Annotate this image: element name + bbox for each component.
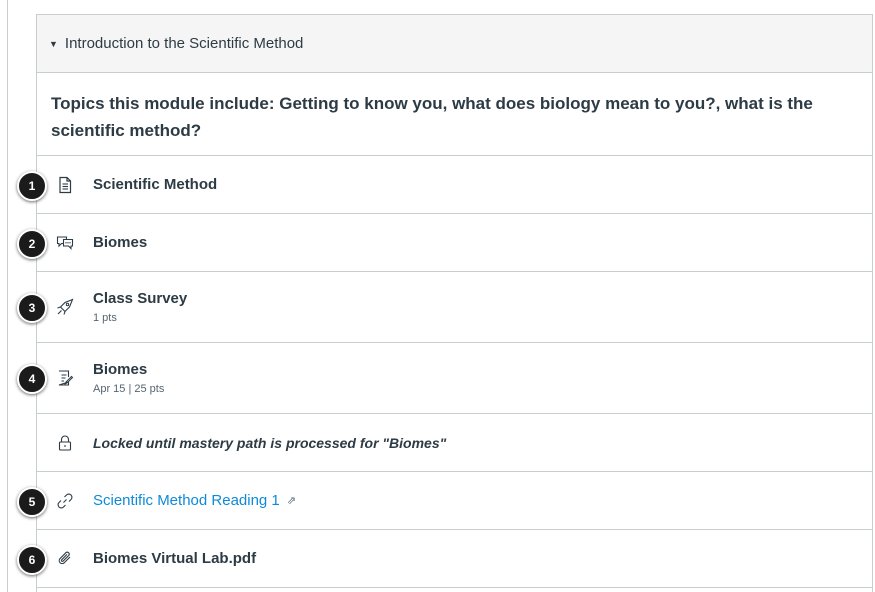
item-due-points: Apr 15 | 25 pts — [93, 383, 165, 395]
discussion-icon — [56, 235, 74, 250]
quiz-icon — [57, 298, 74, 315]
module-header[interactable]: ▼ Introduction to the Scientific Method — [37, 15, 872, 73]
module-item-scientific-method[interactable]: 1 Scientific Method — [17, 156, 872, 214]
item-title[interactable]: Biomes Virtual Lab.pdf — [93, 550, 256, 567]
module-description: Topics this module include: Getting to k… — [37, 73, 872, 156]
external-link-text[interactable]: Scientific Method Reading 1 — [93, 492, 280, 509]
module-container: ▼ Introduction to the Scientific Method … — [17, 14, 873, 592]
module-item-file[interactable]: 6 Biomes Virtual Lab.pdf — [17, 530, 872, 588]
callout-badge-5: 5 — [17, 486, 47, 517]
module-item-biomes-discussion[interactable]: 2 Biomes — [17, 214, 872, 272]
outer-border-line — [7, 0, 8, 592]
locked-message: Locked until mastery path is processed f… — [93, 434, 447, 451]
mastery-path-locked-row: Locked until mastery path is processed f… — [37, 414, 872, 472]
module-item-biomes-assignment[interactable]: 4 Biomes Apr 15 | 25 pts — [17, 343, 872, 414]
callout-badge-2: 2 — [17, 228, 47, 259]
item-title[interactable]: Biomes — [93, 234, 147, 251]
module-item-class-survey[interactable]: 3 Class Survey 1 pts — [17, 272, 872, 343]
attachment-icon — [58, 551, 71, 564]
lock-icon — [58, 434, 72, 451]
callout-badge-6: 6 — [17, 544, 47, 575]
module-title: Introduction to the Scientific Method — [64, 35, 304, 52]
external-link[interactable]: Scientific Method Reading 1 ⇗ — [93, 492, 296, 509]
caret-down-icon[interactable]: ▼ — [49, 39, 58, 49]
item-title[interactable]: Scientific Method — [93, 176, 217, 193]
item-title[interactable]: Biomes — [93, 361, 164, 378]
item-title[interactable]: Class Survey — [93, 290, 187, 307]
callout-badge-3: 3 — [17, 293, 47, 323]
page-icon — [59, 176, 72, 193]
link-icon — [57, 493, 73, 508]
callout-badge-1: 1 — [17, 170, 47, 201]
item-points: 1 pts — [93, 312, 117, 324]
assignment-icon — [58, 370, 74, 386]
external-link-icon: ⇗ — [286, 495, 296, 507]
module-item-external-link[interactable]: 5 Scientific Method Reading 1 ⇗ — [17, 472, 872, 530]
callout-badge-4: 4 — [17, 364, 47, 394]
